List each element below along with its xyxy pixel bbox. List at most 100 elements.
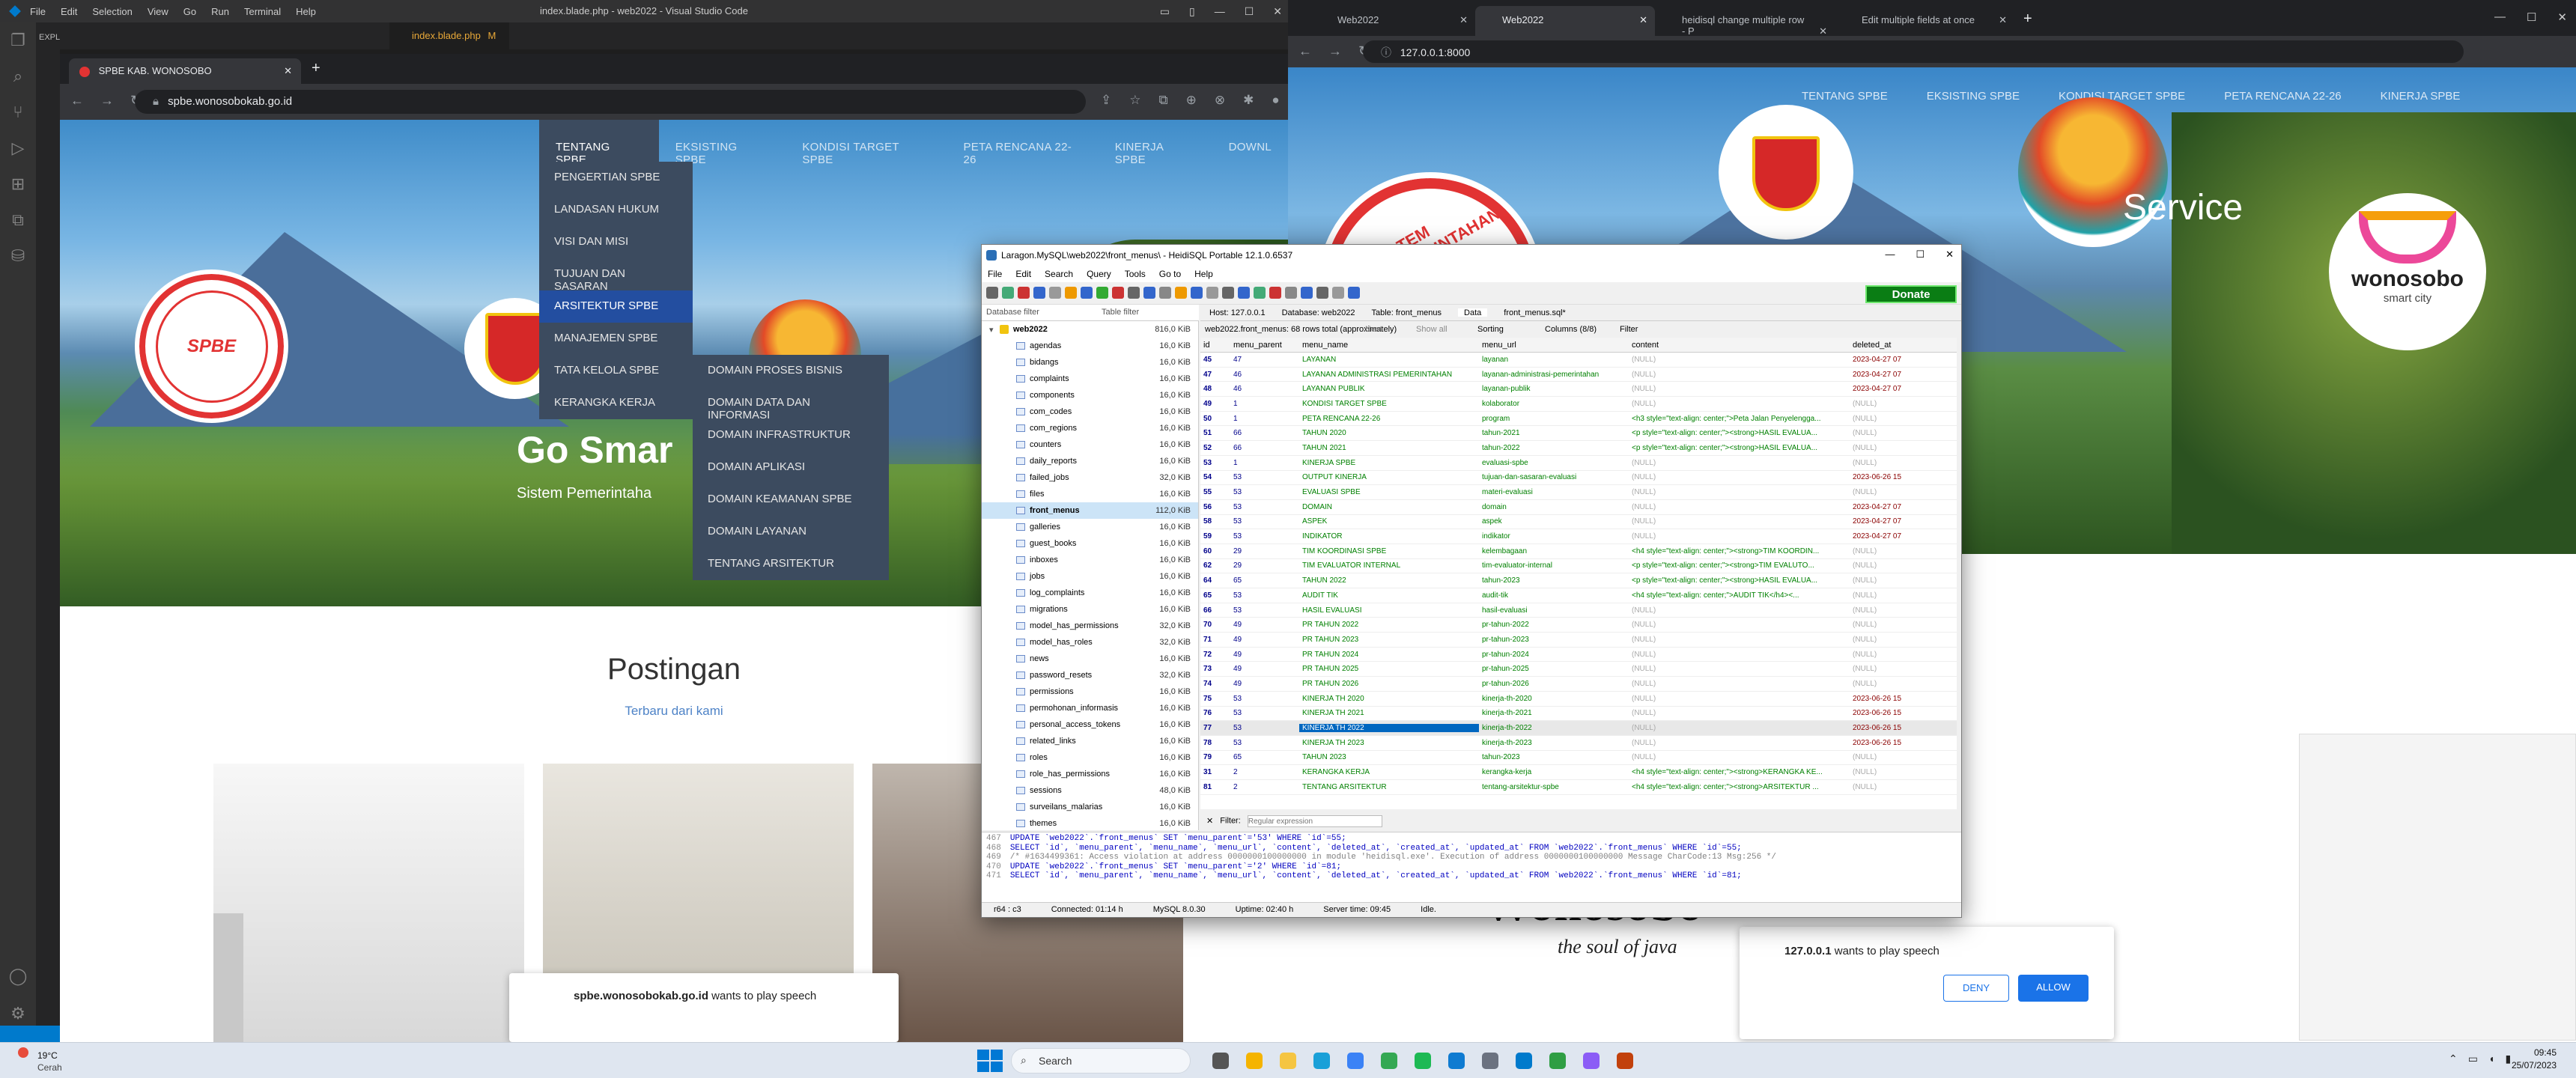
table-cell[interactable]: (NULL)	[1629, 636, 1850, 644]
table-cell[interactable]: 2	[1230, 768, 1299, 776]
toolbar-icon[interactable]	[1348, 287, 1360, 299]
menu-item[interactable]: Query	[1087, 269, 1111, 279]
close-icon[interactable]: ✕	[1273, 5, 1282, 18]
tree-table-node[interactable]: log_complaints 16,0 KiB	[982, 585, 1198, 601]
table-cell[interactable]: 49	[1230, 680, 1299, 688]
table-cell[interactable]: 29	[1230, 547, 1299, 555]
table-cell[interactable]: PR TAHUN 2026	[1299, 680, 1479, 688]
dropdown-item[interactable]: LANDASAN HUKUM	[539, 194, 693, 226]
heidisql-icon[interactable]	[1611, 1047, 1638, 1074]
table-row[interactable]: 62 29 TIM EVALUATOR INTERNAL tim-evaluator-…	[1200, 559, 1957, 574]
weather-widget[interactable]	[10, 1047, 40, 1074]
table-cell[interactable]: tahun-2022	[1479, 444, 1629, 452]
table-cell[interactable]: kinerja-th-2023	[1479, 739, 1629, 747]
table-cell[interactable]: (NULL)	[1850, 561, 1917, 570]
table-cell[interactable]: 53	[1230, 709, 1299, 717]
files-icon[interactable]	[1241, 1047, 1268, 1074]
table-cell[interactable]: tahun-2023	[1479, 576, 1629, 585]
table-cell[interactable]: <p style="text-align: center;"><strong>H…	[1629, 576, 1850, 585]
table-cell[interactable]: PR TAHUN 2025	[1299, 665, 1479, 673]
table-row[interactable]: 45 47 LAYANAN layanan (NULL) 2023-04-27 07	[1200, 353, 1957, 368]
table-cell[interactable]: kinerja-th-2020	[1479, 695, 1629, 703]
toolbar-icon[interactable]	[1191, 287, 1203, 299]
table-cell[interactable]: (NULL)	[1629, 356, 1850, 364]
table-cell[interactable]: EVALUASI SPBE	[1299, 488, 1479, 496]
table-cell[interactable]: (NULL)	[1850, 591, 1917, 600]
table-cell[interactable]: 73	[1200, 665, 1230, 673]
address-bar[interactable]: ⓘ 127.0.0.1:8000	[1363, 40, 2464, 63]
toolbar-icon[interactable]	[1316, 287, 1328, 299]
menu-item[interactable]: Terminal	[244, 6, 281, 17]
table-cell[interactable]: 1	[1230, 400, 1299, 408]
table-cell[interactable]: 53	[1230, 739, 1299, 747]
tree-table-node[interactable]: guest_books 16,0 KiB	[982, 535, 1198, 552]
table-cell[interactable]: 70	[1200, 621, 1230, 629]
table-row[interactable]: 73 49 PR TAHUN 2025 pr-tahun-2025 (NULL) (NUL…	[1200, 662, 1957, 677]
table-cell[interactable]: (NULL)	[1850, 680, 1917, 688]
table-row[interactable]: 81 2 TENTANG ARSITEKTUR tentang-arsitektur-…	[1200, 780, 1957, 795]
dropdown-item[interactable]: PENGERTIAN SPBE	[539, 162, 693, 194]
browser-tab[interactable]: Web2022 ✕	[1310, 6, 1475, 36]
puzzle-icon[interactable]: ✱	[1243, 93, 1254, 108]
table-cell[interactable]: 29	[1230, 561, 1299, 570]
table-cell[interactable]: HASIL EVALUASI	[1299, 606, 1479, 615]
submenu-item[interactable]: TENTANG ARSITEKTUR	[693, 548, 889, 580]
nav-item[interactable]: DOWNL	[1212, 120, 1288, 180]
toolbar-icon[interactable]	[1301, 287, 1313, 299]
tree-table-node[interactable]: inboxes 16,0 KiB	[982, 552, 1198, 568]
table-cell[interactable]: 46	[1230, 385, 1299, 393]
table-cell[interactable]: AUDIT TIK	[1299, 591, 1479, 600]
table-cell[interactable]: (NULL)	[1850, 768, 1917, 776]
table-cell[interactable]: 53	[1230, 488, 1299, 496]
table-cell[interactable]: (NULL)	[1850, 636, 1917, 644]
table-cell[interactable]: 78	[1200, 739, 1230, 747]
table-row[interactable]: 70 49 PR TAHUN 2022 pr-tahun-2022 (NULL) (NUL…	[1200, 618, 1957, 633]
table-cell[interactable]: <p style="text-align: center;"><strong>T…	[1629, 561, 1850, 570]
tab-table[interactable]: Table: front_menus	[1371, 308, 1442, 317]
table-row[interactable]: 58 53 ASPEK aspek (NULL) 2023-04-27 07	[1200, 515, 1957, 530]
table-row[interactable]: 71 49 PR TAHUN 2023 pr-tahun-2023 (NULL) (NUL…	[1200, 633, 1957, 648]
table-cell[interactable]: kinerja-th-2022	[1479, 724, 1629, 732]
dropdown-item[interactable]: TATA KELOLA SPBE	[539, 355, 693, 387]
vscode-icon[interactable]	[1510, 1047, 1537, 1074]
table-cell[interactable]: 53	[1230, 695, 1299, 703]
table-cell[interactable]: 75	[1200, 695, 1230, 703]
submenu-item[interactable]: DOMAIN INFRASTRUKTUR	[693, 419, 889, 451]
table-cell[interactable]: KINERJA TH 2021	[1299, 709, 1479, 717]
table-cell[interactable]: 2023-04-27 07	[1850, 356, 1917, 364]
table-cell[interactable]: 46	[1230, 371, 1299, 379]
table-cell[interactable]: LAYANAN	[1299, 356, 1479, 364]
table-cell[interactable]: TAHUN 2023	[1299, 753, 1479, 761]
table-cell[interactable]: kinerja-th-2021	[1479, 709, 1629, 717]
tree-table-node[interactable]: daily_reports 16,0 KiB	[982, 453, 1198, 469]
tree-table-node[interactable]: jobs 16,0 KiB	[982, 568, 1198, 585]
table-row[interactable]: 64 65 TAHUN 2022 tahun-2023 <p style="text-a…	[1200, 573, 1957, 588]
toolbar-icon[interactable]	[1128, 287, 1140, 299]
tree-table-node[interactable]: roles 16,0 KiB	[982, 749, 1198, 766]
tree-table-node[interactable]: complaints 16,0 KiB	[982, 371, 1198, 387]
table-cell[interactable]: (NULL)	[1629, 651, 1850, 659]
table-cell[interactable]: 62	[1200, 561, 1230, 570]
table-cell[interactable]: 76	[1200, 709, 1230, 717]
table-cell[interactable]: (NULL)	[1850, 753, 1917, 761]
toolbar-icon[interactable]	[1254, 287, 1266, 299]
table-cell[interactable]: 2023-04-27 07	[1850, 503, 1917, 511]
table-cell[interactable]: (NULL)	[1629, 665, 1850, 673]
table-cell[interactable]: (NULL)	[1850, 400, 1917, 408]
table-cell[interactable]: aspek	[1479, 517, 1629, 526]
table-cell[interactable]: (NULL)	[1850, 459, 1917, 467]
table-cell[interactable]: (NULL)	[1629, 488, 1850, 496]
menu-item[interactable]: Edit	[61, 6, 77, 17]
table-cell[interactable]: (NULL)	[1629, 606, 1850, 615]
table-cell[interactable]: 49	[1200, 400, 1230, 408]
menu-item[interactable]: Search	[1045, 269, 1073, 279]
tree-table-node[interactable]: personal_access_tokens 16,0 KiB	[982, 716, 1198, 733]
nav-item[interactable]: PETA RENCANA 22-26	[2205, 67, 2360, 125]
taskbar-search[interactable]: ⌕ Search	[1011, 1048, 1191, 1074]
table-cell[interactable]: 2023-04-27 07	[1850, 532, 1917, 540]
tree-table-node[interactable]: role_has_permissions 16,0 KiB	[982, 766, 1198, 782]
table-cell[interactable]: (NULL)	[1629, 680, 1850, 688]
app-icon[interactable]	[1578, 1047, 1605, 1074]
table-cell[interactable]: 51	[1200, 429, 1230, 437]
new-tab-icon[interactable]: +	[312, 60, 321, 77]
